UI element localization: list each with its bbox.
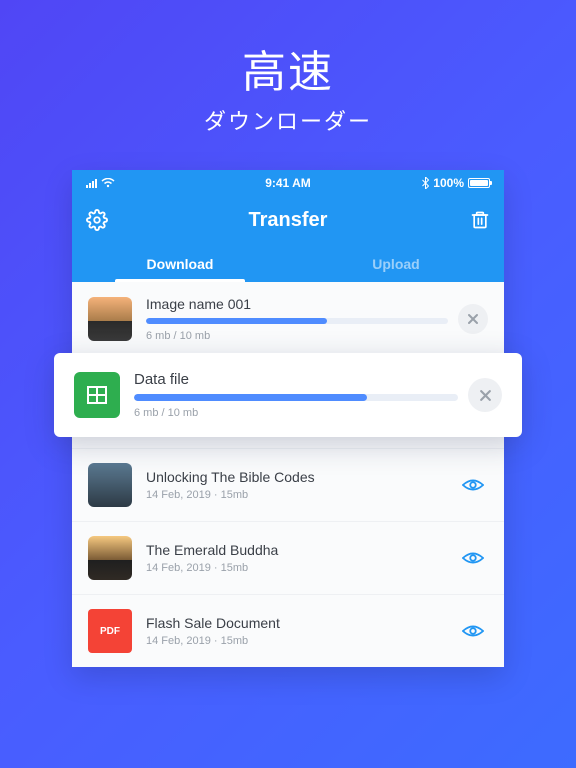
- status-battery-text: 100%: [433, 176, 464, 190]
- wifi-icon: [101, 178, 115, 188]
- item-title: Data file: [134, 371, 458, 388]
- status-bar: 9:41 AM 100%: [72, 170, 504, 196]
- list-item[interactable]: PDF Flash Sale Document 14 Feb, 2019 · 1…: [72, 595, 504, 667]
- view-button[interactable]: [458, 543, 488, 573]
- item-meta: 6 mb / 10 mb: [146, 330, 448, 342]
- item-title: The Emerald Buddha: [146, 542, 448, 558]
- view-button[interactable]: [458, 470, 488, 500]
- thumbnail-icon: [88, 536, 132, 580]
- signal-icon: [86, 179, 97, 188]
- progress-bar: [134, 394, 458, 401]
- promo-title: 高速: [204, 36, 372, 100]
- item-meta: 14 Feb, 2019 · 15mb: [146, 489, 448, 501]
- item-title: Image name 001: [146, 296, 448, 312]
- list-item-elevated[interactable]: Data file 6 mb / 10 mb: [54, 353, 522, 437]
- transfer-list: Image name 001 6 mb / 10 mb Data file 6 …: [72, 282, 504, 667]
- delete-button[interactable]: [470, 209, 490, 231]
- thumbnail-icon: [88, 463, 132, 507]
- cancel-button[interactable]: [468, 378, 502, 412]
- nav-header: Transfer: [72, 196, 504, 244]
- tab-upload[interactable]: Upload: [288, 244, 504, 282]
- list-item[interactable]: Image name 001 6 mb / 10 mb: [72, 282, 504, 357]
- tab-download-label: Download: [147, 256, 214, 272]
- settings-button[interactable]: [86, 209, 108, 231]
- item-title: Unlocking The Bible Codes: [146, 469, 448, 485]
- nav-title: Transfer: [249, 209, 328, 232]
- cancel-button[interactable]: [458, 304, 488, 334]
- view-button[interactable]: [458, 616, 488, 646]
- item-title: Flash Sale Document: [146, 615, 448, 631]
- list-item[interactable]: Unlocking The Bible Codes 14 Feb, 2019 ·…: [72, 449, 504, 522]
- phone-mockup: 9:41 AM 100% Transfer Download Upload: [72, 170, 504, 667]
- progress-bar: [146, 318, 448, 324]
- pdf-icon: PDF: [88, 609, 132, 653]
- thumbnail-icon: [88, 297, 132, 341]
- spreadsheet-icon: [74, 372, 120, 418]
- bluetooth-icon: [422, 177, 429, 189]
- promo-block: 高速 ダウンローダー: [204, 36, 372, 136]
- battery-icon: [468, 178, 490, 188]
- tab-bar: Download Upload: [72, 244, 504, 282]
- item-meta: 6 mb / 10 mb: [134, 407, 458, 419]
- list-item[interactable]: The Emerald Buddha 14 Feb, 2019 · 15mb: [72, 522, 504, 595]
- promo-subtitle: ダウンローダー: [204, 104, 372, 136]
- item-meta: 14 Feb, 2019 · 15mb: [146, 562, 448, 574]
- tab-download[interactable]: Download: [72, 244, 288, 282]
- item-meta: 14 Feb, 2019 · 15mb: [146, 635, 448, 647]
- tab-upload-label: Upload: [372, 256, 419, 272]
